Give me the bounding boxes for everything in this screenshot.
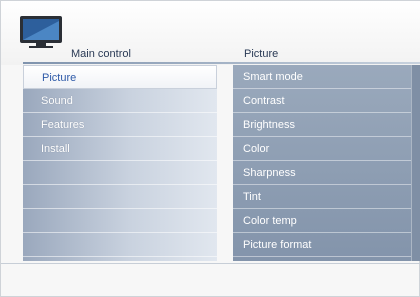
submenu-item-brightness[interactable]: Brightness	[233, 113, 411, 137]
header-divider	[23, 62, 420, 64]
main-control-title: Main control	[71, 48, 131, 60]
submenu-item-sharpness[interactable]: Sharpness	[233, 161, 411, 185]
submenu-item-color-temp[interactable]: Color temp	[233, 209, 411, 233]
submenu-side-rail	[411, 65, 420, 261]
footer-divider	[1, 263, 420, 264]
menu-item-empty	[23, 233, 217, 257]
menu-item-features[interactable]: Features	[23, 113, 217, 137]
menu-item-sound[interactable]: Sound	[23, 89, 217, 113]
menu-header: Main control Picture	[1, 1, 420, 65]
submenu-item-tint[interactable]: Tint	[233, 185, 411, 209]
submenu-item-smart-mode[interactable]: Smart mode	[233, 65, 411, 89]
submenu-item-color[interactable]: Color	[233, 137, 411, 161]
menu-item-empty	[23, 161, 217, 185]
menu-item-empty	[23, 185, 217, 209]
submenu-title: Picture	[244, 48, 279, 60]
menu-item-install[interactable]: Install	[23, 137, 217, 161]
tv-menu-screen: Main control Picture Picture Sound Featu…	[0, 0, 420, 297]
main-control-menu: Picture Sound Features Install	[23, 65, 217, 261]
submenu-item-contrast[interactable]: Contrast	[233, 89, 411, 113]
picture-submenu: Smart mode Contrast Brightness Color Sha…	[233, 65, 420, 261]
menu-item-empty	[23, 209, 217, 233]
submenu-item-picture-format[interactable]: Picture format	[233, 233, 411, 257]
menu-item-picture[interactable]: Picture	[23, 65, 217, 89]
tv-icon	[20, 16, 62, 48]
